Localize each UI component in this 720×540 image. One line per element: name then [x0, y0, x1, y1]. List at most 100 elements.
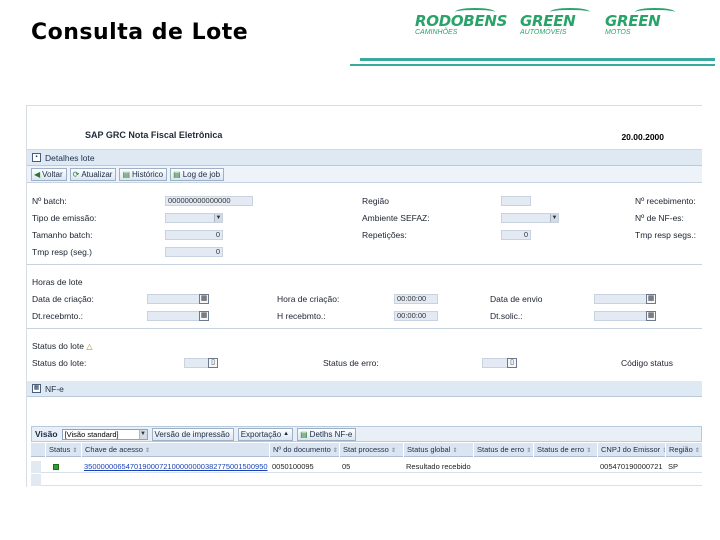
view-label: Visão — [35, 429, 58, 439]
region-field[interactable] — [501, 196, 531, 206]
batch-no-field[interactable]: 000000000000000 — [165, 196, 253, 206]
receipt-time-label: H recebmto.: — [277, 311, 326, 321]
repetitions-label: Repetições: — [362, 230, 407, 240]
send-date-field[interactable] — [594, 294, 652, 304]
panel-collapse-icon[interactable]: ▪ — [32, 153, 41, 162]
col-status[interactable]: Status ⇕ — [45, 443, 81, 457]
sefaz-env-label: Ambiente SEFAZ: — [362, 213, 430, 223]
refresh-button[interactable]: ⟳ Atualizar — [69, 168, 117, 181]
error-status-label: Status de erro: — [323, 358, 379, 368]
export-button[interactable]: Exportação ▲ — [237, 427, 294, 441]
receipt-no-label: Nº recebimento: — [635, 196, 696, 206]
back-icon: ◀ — [34, 170, 41, 179]
status-section-title: Status do lote △ — [32, 341, 93, 351]
batch-status-label: Status do lote: — [32, 358, 87, 368]
row-selector[interactable] — [31, 461, 41, 473]
warning-icon: △ — [86, 342, 93, 351]
print-version-button[interactable]: Versão de impressão — [151, 427, 234, 441]
detail-toolbar: ◀ Voltar ⟳ Atualizar ▤ Histórico ▤ Log de jo… — [27, 166, 702, 183]
creation-date-label: Data de criação: — [32, 294, 94, 304]
lookup-icon[interactable]: ▯ — [208, 358, 218, 368]
creation-time-field[interactable]: 00:00:00 — [394, 294, 438, 304]
sefaz-env-select[interactable]: ▼ — [501, 213, 559, 223]
back-button[interactable]: ◀ Voltar — [31, 168, 67, 181]
send-date-label: Data de envio — [490, 294, 543, 304]
grid-icon: ▦ — [32, 384, 41, 393]
slide-title: Consulta de Lote — [31, 20, 249, 45]
brand-logos: RODOBENS CAMINHÕES GREEN AUTOMÓVEIS GREE… — [410, 8, 710, 54]
job-log-button[interactable]: ▤ Log de job — [170, 168, 225, 181]
divider — [27, 328, 702, 329]
app-title: SAP GRC Nota Fiscal Eletrônica — [85, 130, 223, 140]
calendar-icon[interactable]: ▦ — [646, 294, 656, 304]
col-process-status[interactable]: Stat processo ⇕ — [339, 443, 403, 457]
calendar-icon[interactable]: ▦ — [646, 311, 656, 321]
chevron-down-icon[interactable]: ▼ — [214, 214, 222, 222]
chevron-down-icon[interactable]: ▼ — [550, 214, 558, 222]
col-region[interactable]: Região ⇕ — [665, 443, 702, 457]
status-ok-icon — [53, 464, 59, 470]
col-access-key[interactable]: Chave de acesso ⇕ — [81, 443, 269, 457]
header-rule — [360, 58, 715, 61]
header-rule-secondary — [350, 64, 715, 66]
rodobens-logo: RODOBENS CAMINHÕES — [415, 8, 507, 36]
status-code-label: Código status — [621, 358, 673, 368]
log-icon: ▤ — [173, 170, 181, 179]
emission-type-select[interactable]: ▼ — [165, 213, 223, 223]
chevron-down-icon[interactable]: ▼ — [138, 429, 147, 439]
hours-section-title: Horas de lote — [32, 277, 83, 287]
region-cell: SP — [668, 462, 679, 471]
history-icon: ▤ — [122, 170, 131, 179]
table-row-empty — [31, 474, 702, 486]
view-select[interactable]: [Visão standard] ▼ — [61, 428, 148, 440]
access-key-link[interactable]: 3500000065470190007210000000038277500150… — [81, 461, 269, 473]
nfe-panel-title: NF-e — [45, 384, 64, 394]
tmp-resp-label: Tmp resp (seg.) — [32, 247, 92, 257]
batch-no-label: Nº batch: — [32, 196, 67, 206]
nfe-details-button[interactable]: ▤ Detlhs NF-e — [297, 427, 357, 441]
nfe-no-label: Nº de NF-es: — [635, 213, 684, 223]
table-header: Status ⇕ Chave de acesso ⇕ Nº do documen… — [31, 443, 702, 457]
global-status-cell: Resultado recebido — [406, 462, 471, 471]
document-no-cell: 0050100095 — [272, 462, 314, 471]
col-error-status[interactable]: Status de erro ⇕ — [473, 443, 533, 457]
col-cnpj[interactable]: CNPJ do Emissor ⇕ — [597, 443, 665, 457]
green-automoveis-logo: GREEN AUTOMÓVEIS — [520, 8, 590, 36]
table-toolbar: Visão [Visão standard] ▼ Versão de impres… — [31, 426, 702, 442]
refresh-icon: ⟳ — [72, 170, 80, 179]
tmp-resp-segs-label: Tmp resp segs.: — [635, 230, 696, 240]
tmp-resp-field[interactable]: 0 — [165, 247, 223, 257]
detail-panel-title: Detalhes lote — [45, 153, 95, 163]
request-date-field[interactable] — [594, 311, 652, 321]
col-error-status-2[interactable]: Status de erro ⇕ — [533, 443, 597, 457]
batch-size-label: Tamanho batch: — [32, 230, 93, 240]
repetitions-field[interactable]: 0 — [501, 230, 531, 240]
sap-titlebar: SAP GRC Nota Fiscal Eletrônica 20.00.200… — [27, 106, 702, 150]
dropdown-arrow-icon: ▲ — [283, 430, 290, 437]
header-date: 20.00.2000 — [621, 132, 664, 142]
cnpj-cell: 005470190000721 — [600, 462, 663, 471]
receipt-time-field[interactable]: 00:00:00 — [394, 311, 438, 321]
nfe-panel-header[interactable]: ▦ NF-e — [27, 381, 702, 397]
creation-time-label: Hora de criação: — [277, 294, 340, 304]
sap-window: SAP GRC Nota Fiscal Eletrônica 20.00.200… — [26, 105, 702, 487]
request-date-label: Dt.solic.: — [490, 311, 523, 321]
batch-size-field[interactable]: 0 — [165, 230, 223, 240]
region-label: Região — [362, 196, 389, 206]
receipt-date-label: Dt.recebmto.: — [32, 311, 84, 321]
details-icon: ▤ — [300, 429, 308, 439]
history-button[interactable]: ▤ Histórico — [119, 168, 168, 181]
process-status-cell: 05 — [342, 462, 351, 471]
lookup-icon[interactable]: ▯ — [507, 358, 517, 368]
table-row[interactable]: 3500000065470190007210000000038277500150… — [31, 461, 702, 473]
emission-type-label: Tipo de emissão: — [32, 213, 97, 223]
col-document-no[interactable]: Nº do documento ⇕ — [269, 443, 339, 457]
detail-panel-header[interactable]: ▪ Detalhes lote — [27, 150, 702, 166]
receipt-date-field[interactable] — [147, 311, 205, 321]
calendar-icon[interactable]: ▦ — [199, 294, 209, 304]
creation-date-field[interactable] — [147, 294, 205, 304]
divider — [27, 264, 702, 265]
green-motos-logo: GREEN MOTOS — [605, 8, 675, 36]
col-global-status[interactable]: Status global ⇕ — [403, 443, 473, 457]
calendar-icon[interactable]: ▦ — [199, 311, 209, 321]
